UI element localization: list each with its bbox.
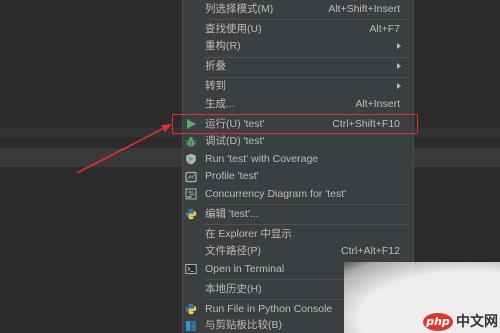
watermark: php 中文网	[344, 262, 500, 333]
watermark-site-name: 中文网	[456, 314, 498, 330]
watermark-logo: php	[423, 313, 453, 331]
